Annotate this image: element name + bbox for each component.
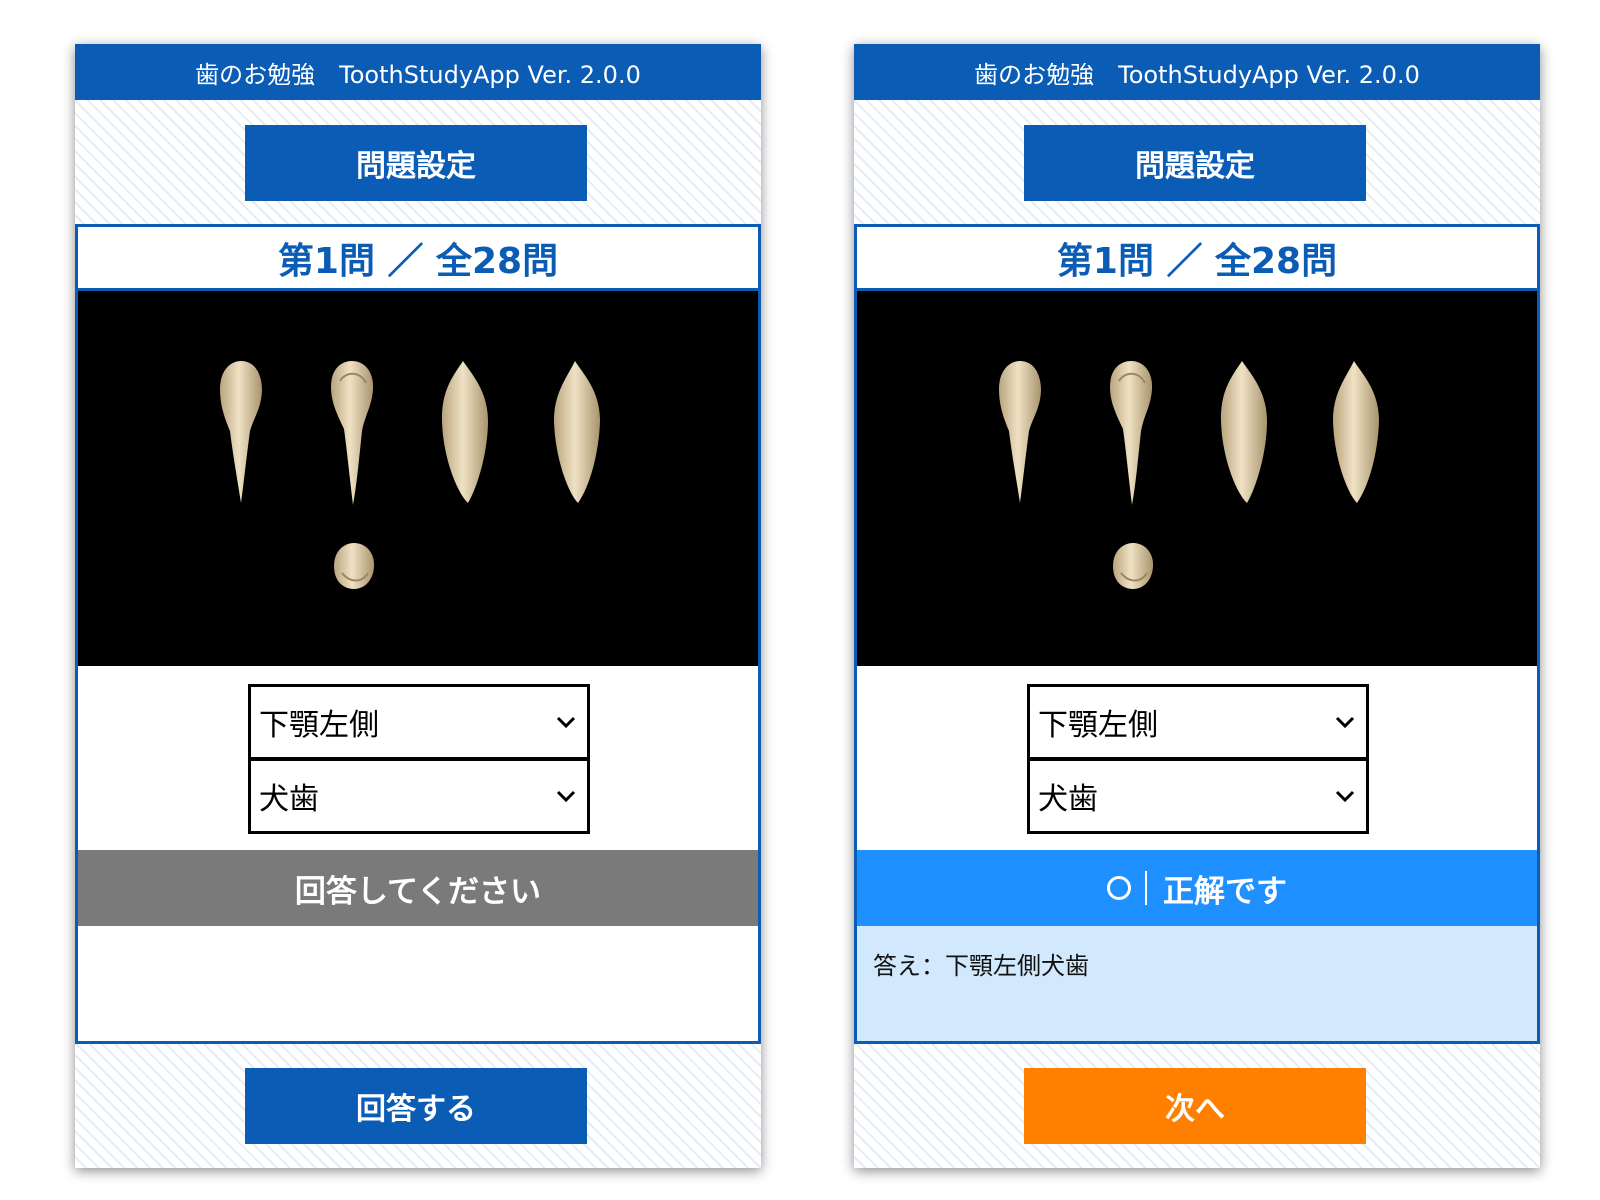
tooth-lingual-view-image bbox=[1220, 361, 1267, 503]
tooth-mesial-view-image bbox=[331, 361, 374, 505]
quiz-screen-answered: 歯のお勉強 ToothStudyApp Ver. 2.0.0 問題設定 第1問 … bbox=[854, 44, 1540, 1168]
circle-correct-icon bbox=[1107, 876, 1131, 900]
jaw-side-select-value: 下顎左側 bbox=[259, 708, 379, 743]
answer-status-bar: 回答してください bbox=[78, 850, 758, 926]
answer-explanation-text bbox=[78, 926, 758, 946]
tooth-distal-view-image bbox=[1333, 361, 1379, 503]
tooth-incisal-view-image bbox=[334, 543, 375, 589]
question-settings-button[interactable]: 問題設定 bbox=[1024, 125, 1366, 201]
tooth-distal-view-image bbox=[554, 361, 600, 503]
answer-status-text: 正解です bbox=[1163, 873, 1287, 910]
tooth-type-select[interactable]: 犬歯 bbox=[248, 758, 590, 834]
tooth-labial-view-image bbox=[999, 361, 1041, 503]
answer-select-area: 下顎左側 犬歯 bbox=[857, 666, 1537, 850]
tooth-incisal-view-image bbox=[1113, 543, 1154, 589]
quiz-panel: 第1問 ／ 全28問 bbox=[854, 224, 1540, 1044]
question-counter: 第1問 ／ 全28問 bbox=[78, 227, 758, 291]
jaw-side-select-value: 下顎左側 bbox=[1038, 708, 1158, 743]
tooth-lingual-view-image bbox=[441, 361, 488, 503]
answer-select-area: 下顎左側 犬歯 bbox=[78, 666, 758, 850]
tooth-labial-view-image bbox=[220, 361, 262, 503]
quiz-panel: 第1問 ／ 全28問 bbox=[75, 224, 761, 1044]
jaw-side-select[interactable]: 下顎左側 bbox=[1027, 684, 1369, 760]
tooth-type-select[interactable]: 犬歯 bbox=[1027, 758, 1369, 834]
chevron-down-icon bbox=[1335, 790, 1355, 803]
tooth-3d-viewer[interactable] bbox=[78, 291, 758, 666]
answer-explanation-area: 答え：下顎左側犬歯 bbox=[857, 926, 1537, 1041]
status-divider bbox=[1145, 871, 1147, 905]
jaw-side-select[interactable]: 下顎左側 bbox=[248, 684, 590, 760]
answer-explanation-text: 答え：下顎左側犬歯 bbox=[873, 952, 1089, 980]
chevron-down-icon bbox=[1335, 716, 1355, 729]
question-settings-button[interactable]: 問題設定 bbox=[245, 125, 587, 201]
submit-answer-button[interactable]: 回答する bbox=[245, 1068, 587, 1144]
chevron-down-icon bbox=[556, 790, 576, 803]
tooth-mesial-view-image bbox=[1110, 361, 1153, 505]
app-header: 歯のお勉強 ToothStudyApp Ver. 2.0.0 bbox=[854, 44, 1540, 100]
tooth-type-select-value: 犬歯 bbox=[259, 782, 319, 817]
app-header: 歯のお勉強 ToothStudyApp Ver. 2.0.0 bbox=[75, 44, 761, 100]
tooth-type-select-value: 犬歯 bbox=[1038, 782, 1098, 817]
tooth-3d-viewer[interactable] bbox=[857, 291, 1537, 666]
answer-explanation-area bbox=[78, 926, 758, 1041]
next-question-button[interactable]: 次へ bbox=[1024, 1068, 1366, 1144]
answer-status-text: 回答してください bbox=[294, 873, 542, 910]
quiz-screen-unanswered: 歯のお勉強 ToothStudyApp Ver. 2.0.0 問題設定 第1問 … bbox=[75, 44, 761, 1168]
chevron-down-icon bbox=[556, 716, 576, 729]
answer-status-bar: 正解です bbox=[857, 850, 1537, 926]
question-counter: 第1問 ／ 全28問 bbox=[857, 227, 1537, 291]
